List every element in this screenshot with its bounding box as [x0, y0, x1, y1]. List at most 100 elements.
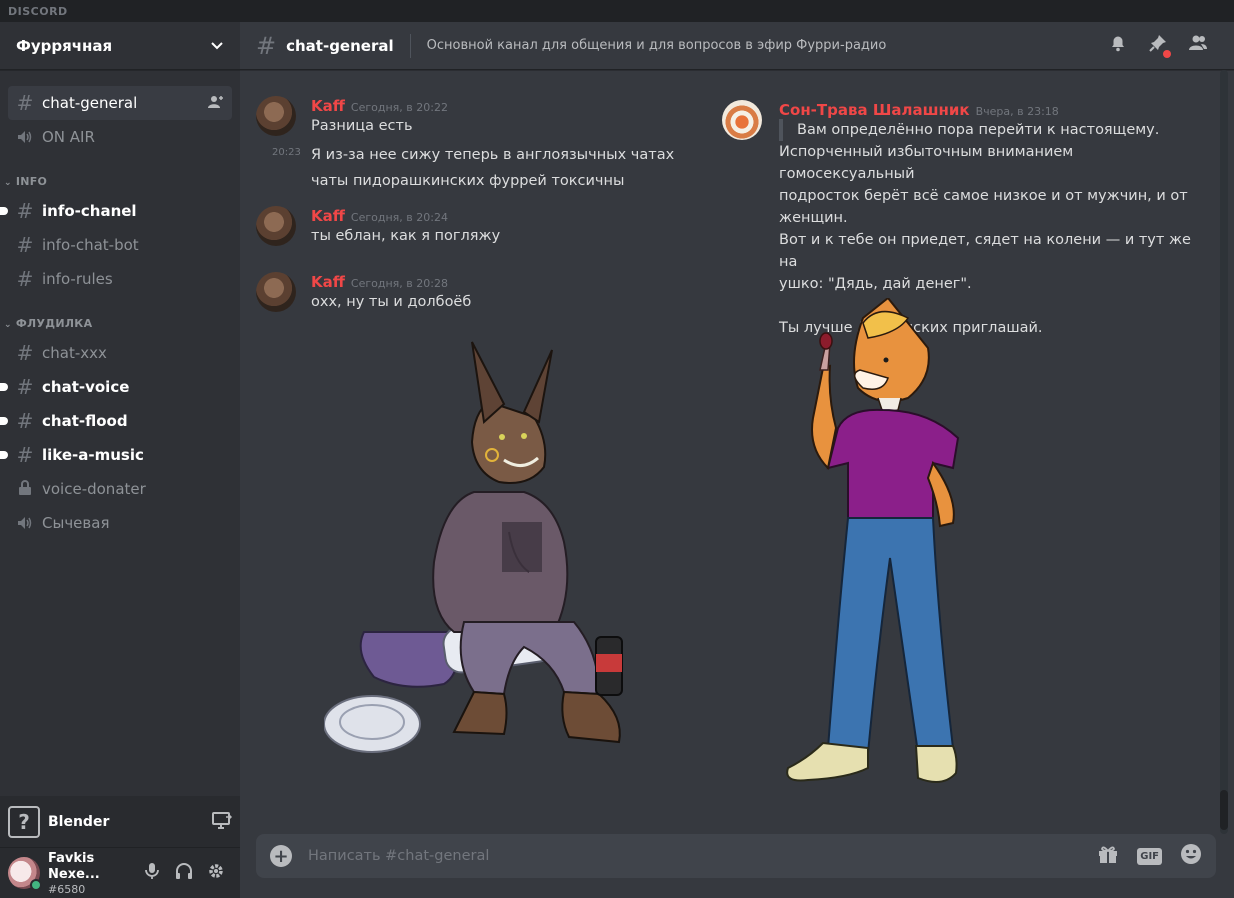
avatar[interactable] — [256, 96, 296, 136]
channel-chat-flood[interactable]: # chat-flood — [0, 404, 232, 438]
message-input[interactable] — [308, 848, 1080, 864]
lock-icon — [16, 477, 34, 501]
emoji-icon[interactable] — [1180, 843, 1202, 869]
message-quote: Вам определённо пора перейти к настоящем… — [779, 119, 1202, 141]
message-author[interactable]: Kaff — [311, 273, 345, 291]
channel-label: chat-xxx — [42, 344, 107, 362]
gif-button[interactable]: GIF — [1137, 847, 1162, 865]
message-group: Kaff Сегодня, в 20:24 ты еблан, как я пог… — [256, 206, 676, 247]
avatar[interactable] — [256, 272, 296, 312]
divider — [409, 33, 411, 58]
unread-indicator — [0, 207, 8, 215]
message-text: охх, ну ты и долбоёб — [311, 294, 472, 310]
character-art-image[interactable] — [768, 298, 988, 834]
screen-share-icon[interactable] — [212, 811, 233, 833]
channel-chat-xxx[interactable]: # chat-xxx — [8, 336, 232, 370]
user-panel: Favkis Nexe... #6580 — [0, 848, 240, 898]
avatar[interactable] — [8, 857, 42, 891]
guild-header[interactable]: Фурря­чная — [0, 22, 240, 70]
category-info[interactable]: ⌄ INFO — [0, 154, 240, 194]
channel-info-chanel[interactable]: # info-chanel — [0, 194, 232, 228]
channel-label: ON AIR — [42, 128, 95, 146]
scrollbar[interactable] — [1220, 70, 1228, 834]
channel-voice-donater[interactable]: voice-donater — [8, 472, 232, 506]
guild-name: Фурря­чная — [16, 36, 113, 55]
game-icon: ? — [8, 805, 40, 838]
chevron-down-icon — [211, 41, 223, 49]
message-text: Вот и к тебе он приедет, сядет на колени… — [779, 232, 1191, 270]
hash-icon: # — [16, 267, 34, 291]
channel-info-chat-bot[interactable]: # info-chat-bot — [8, 228, 232, 262]
gear-icon[interactable] — [200, 862, 232, 885]
user-info[interactable]: Favkis Nexe... #6580 — [48, 851, 136, 896]
channel-topic[interactable]: Основной канал для общения и для вопросо… — [427, 38, 1098, 53]
pin-icon[interactable] — [1138, 34, 1178, 58]
message-text: подросток берёт всё самое низкое и от му… — [779, 188, 1188, 204]
channel-chat-voice[interactable]: # chat-voice — [0, 370, 232, 404]
message-timestamp: Сегодня, в 20:28 — [350, 277, 448, 290]
channel-label: Сычевая — [42, 514, 110, 532]
hash-icon: # — [16, 375, 34, 399]
channel-label: chat-general — [42, 94, 138, 112]
message-followup: 20:23 Я из-за нее сижу теперь в англоязы… — [256, 142, 716, 194]
channel-sidebar: Фурря­чная # chat-general ON AIR ⌄ INFO … — [0, 22, 240, 898]
channel-label: info-rules — [42, 270, 113, 288]
message-composer: + GIF — [256, 834, 1216, 878]
message-group: Kaff Сегодня, в 20:28 охх, ну ты и долбоё… — [256, 272, 676, 313]
category-label: ФЛУДИЛКА — [15, 317, 93, 330]
message-author[interactable]: Kaff — [311, 97, 345, 115]
message-text: Испорченный избыточным вниманием гомосек… — [779, 144, 1074, 182]
online-status-badge — [30, 879, 42, 891]
gift-icon[interactable] — [1097, 844, 1119, 868]
hash-icon: # — [16, 443, 34, 467]
unread-indicator — [0, 417, 8, 425]
username: Favkis Nexe... — [48, 850, 100, 882]
unread-indicator — [0, 451, 8, 459]
category-label: INFO — [15, 175, 48, 188]
chevron-down-icon: ⌄ — [4, 178, 12, 188]
channel-label: info-chat-bot — [42, 236, 139, 254]
avatar[interactable] — [722, 100, 762, 140]
channel-sychevaya[interactable]: Сычевая — [8, 506, 232, 540]
unread-indicator — [0, 383, 8, 391]
channel-chat-general[interactable]: # chat-general — [8, 86, 232, 120]
microphone-icon[interactable] — [136, 862, 168, 885]
game-name: Blender — [48, 813, 110, 830]
message-text: чаты пидорашкинских фуррей токсичны — [311, 173, 625, 189]
channel-label: voice-donater — [42, 480, 146, 498]
message-text: женщин. — [779, 210, 848, 226]
message-timestamp: Вчера, в 23:18 — [975, 105, 1059, 118]
message-author[interactable]: Kaff — [311, 207, 345, 225]
channel-label: like-a-music — [42, 446, 144, 464]
scrollbar-thumb[interactable] — [1220, 790, 1228, 830]
headphones-icon[interactable] — [168, 862, 200, 885]
speaker-icon — [16, 511, 34, 535]
hash-icon: # — [16, 233, 34, 257]
upload-plus-icon[interactable]: + — [270, 845, 292, 867]
hash-icon: # — [16, 91, 34, 115]
message-text: ушко: "Дядь, дай денег". — [779, 276, 972, 292]
channel-title: chat-general — [286, 36, 394, 55]
message-author[interactable]: Сон-Трава Шалашник — [779, 101, 970, 119]
channel-label: info-chanel — [42, 202, 137, 220]
discord-wordmark: DISCORD — [8, 5, 68, 18]
character-art-image[interactable] — [324, 332, 644, 772]
channel-like-a-music[interactable]: # like-a-music — [0, 438, 232, 472]
channel-info-rules[interactable]: # info-rules — [8, 262, 232, 296]
hash-icon: # — [16, 199, 34, 223]
message-text: Я из-за нее сижу теперь в англоязычных ч… — [311, 147, 675, 163]
avatar[interactable] — [256, 206, 296, 246]
chat-main: # chat-general Основной канал для общени… — [240, 22, 1234, 898]
channel-on-air[interactable]: ON AIR — [8, 120, 232, 154]
message-text: Разница есть — [311, 118, 413, 134]
hash-icon: # — [256, 31, 277, 60]
member-list-icon[interactable] — [1178, 34, 1218, 57]
chevron-down-icon: ⌄ — [4, 320, 12, 330]
category-fludilka[interactable]: ⌄ ФЛУДИЛКА — [0, 296, 240, 336]
title-bar: DISCORD — [0, 0, 1234, 22]
user-tag: #6580 — [48, 882, 86, 896]
chat-header: # chat-general Основной канал для общени… — [240, 22, 1234, 70]
invite-icon[interactable] — [208, 95, 224, 112]
bell-icon[interactable] — [1098, 34, 1138, 57]
channel-label: chat-flood — [42, 412, 128, 430]
